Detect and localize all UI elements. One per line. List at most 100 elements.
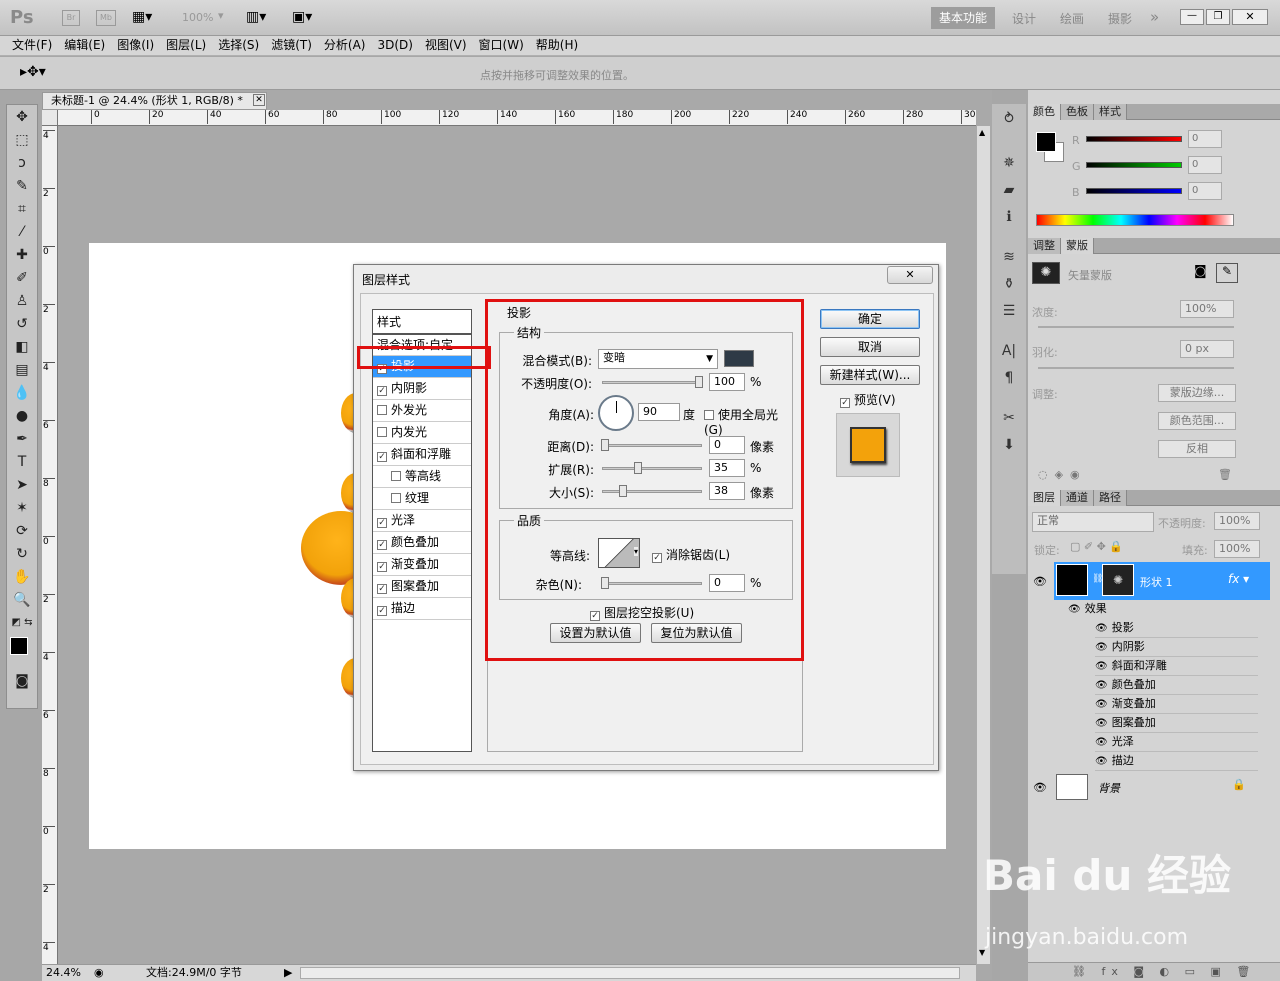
layer-blend-mode-select[interactable]: 正常 xyxy=(1032,512,1154,532)
menu-filter[interactable]: 滤镜(T) xyxy=(265,36,318,55)
clone-source-panel-icon[interactable]: ⚱ xyxy=(995,272,1023,296)
menu-3d[interactable]: 3D(D) xyxy=(371,36,418,55)
status-menu-arrow-icon[interactable]: ▶ xyxy=(284,965,292,981)
mask-footer-icons[interactable]: ◌ ◈ ◉ xyxy=(1038,468,1080,481)
effect-eye-icon[interactable]: 👁 xyxy=(1095,680,1108,691)
style-item[interactable]: ✓ 颜色叠加 xyxy=(373,532,471,554)
layer-effect-item[interactable]: 👁 颜色叠加 xyxy=(1095,676,1258,695)
style-item-checkbox[interactable]: ✓ xyxy=(377,386,387,396)
style-item-checkbox[interactable] xyxy=(391,471,401,481)
3d-rotate-tool-icon[interactable]: ⟳ xyxy=(9,520,35,542)
style-item[interactable]: ✓ 光泽 xyxy=(373,510,471,532)
feather-value[interactable]: 0 px xyxy=(1180,340,1234,358)
layer-effect-item[interactable]: 👁 图案叠加 xyxy=(1095,714,1258,733)
status-zoom[interactable]: 24.4% xyxy=(46,965,81,981)
styles-header[interactable]: 样式 xyxy=(373,310,471,335)
effect-eye-icon[interactable]: 👁 xyxy=(1095,718,1108,729)
preview-checkbox[interactable]: ✓ 预览(V) xyxy=(840,391,896,408)
marquee-tool-icon[interactable]: ⬚ xyxy=(9,129,35,151)
foreground-color-swatch[interactable] xyxy=(10,637,28,655)
menu-layer[interactable]: 图层(L) xyxy=(160,36,212,55)
tab-masks[interactable]: 蒙版 xyxy=(1061,238,1094,254)
layer-effect-item[interactable]: 👁 投影 xyxy=(1095,619,1258,638)
tab-swatches[interactable]: 色板 xyxy=(1061,104,1094,120)
hand-tool-icon[interactable]: ✋ xyxy=(9,566,35,588)
effects-eye-icon[interactable]: 👁 xyxy=(1068,604,1081,615)
menu-help[interactable]: 帮助(H) xyxy=(530,36,584,55)
channel-r-slider[interactable] xyxy=(1086,136,1182,142)
effect-eye-icon[interactable]: 👁 xyxy=(1095,661,1108,672)
menu-analysis[interactable]: 分析(A) xyxy=(318,36,372,55)
tab-color[interactable]: 颜色 xyxy=(1028,104,1061,120)
effects-row[interactable]: 👁 效果 xyxy=(1068,600,1258,619)
background-layer-name[interactable]: 背景 xyxy=(1098,780,1120,796)
new-style-button[interactable]: 新建样式(W)... xyxy=(820,365,920,385)
style-item-checkbox[interactable]: ✓ xyxy=(377,452,387,462)
fill-value[interactable]: 100% xyxy=(1214,540,1260,558)
style-item-checkbox[interactable]: ✓ xyxy=(377,606,387,616)
style-item[interactable]: ✓ 内阴影 xyxy=(373,378,471,400)
zoom-tool-icon[interactable]: 🔍 xyxy=(9,589,35,611)
style-item[interactable]: ✓ 图案叠加 xyxy=(373,576,471,598)
style-item-checkbox[interactable]: ✓ xyxy=(377,518,387,528)
style-item-checkbox[interactable] xyxy=(391,493,401,503)
preview-check-box[interactable]: ✓ xyxy=(840,398,850,408)
tab-adjustments[interactable]: 调整 xyxy=(1028,238,1061,254)
dialog-close-button[interactable]: ✕ xyxy=(887,266,933,284)
tab-channels[interactable]: 通道 xyxy=(1061,490,1094,506)
mini-bridge-button[interactable]: Mb xyxy=(96,10,116,26)
move-tool-preset-icon[interactable]: ▸✥▾ xyxy=(20,64,46,80)
lock-icons[interactable]: ▢ ✐ ✥ 🔒 xyxy=(1070,540,1123,553)
cancel-button[interactable]: 取消 xyxy=(820,337,920,357)
style-item[interactable]: ✓ 渐变叠加 xyxy=(373,554,471,576)
tool-presets-panel-icon[interactable]: ☰ xyxy=(995,299,1023,323)
background-layer-row[interactable]: 背景 🔒 xyxy=(1054,772,1258,802)
healing-brush-tool-icon[interactable]: ✚ xyxy=(9,244,35,266)
feather-slider[interactable] xyxy=(1038,367,1234,369)
character-panel-icon[interactable]: A| xyxy=(995,339,1023,363)
shape-layer-name[interactable]: 形状 1 xyxy=(1140,574,1173,590)
vertical-scrollbar[interactable]: ▲ ▼ xyxy=(976,126,990,964)
screen-mode-toggle-icon[interactable]: ▣▾ xyxy=(292,9,312,25)
eraser-tool-icon[interactable]: ◧ xyxy=(9,336,35,358)
channel-b-slider[interactable] xyxy=(1086,188,1182,194)
close-app-button[interactable]: ✕ xyxy=(1232,9,1268,25)
status-info-icon[interactable]: ◉ xyxy=(94,965,104,981)
histogram-panel-icon[interactable]: ▰ xyxy=(995,178,1023,202)
layer-visibility-eye-icon[interactable]: 👁 xyxy=(1028,564,1052,600)
menu-window[interactable]: 窗口(W) xyxy=(473,36,530,55)
shape-tool-icon[interactable]: ✶ xyxy=(9,497,35,519)
bridge-button[interactable]: Br xyxy=(62,10,80,26)
paragraph-panel-icon[interactable]: ¶ xyxy=(995,366,1023,390)
swap-colors-icon[interactable]: ◩ ⇆ xyxy=(9,612,35,634)
layer-effect-item[interactable]: 👁 光泽 xyxy=(1095,733,1258,752)
minimize-button[interactable]: — xyxy=(1180,9,1204,25)
menu-edit[interactable]: 编辑(E) xyxy=(58,36,111,55)
style-item[interactable]: ✓ 描边 xyxy=(373,598,471,620)
layers-footer-icons[interactable]: ⛓ fx ◙ ◐ ▭ ▣ 🗑 xyxy=(1028,962,1280,981)
effect-eye-icon[interactable]: 👁 xyxy=(1095,756,1108,767)
density-value[interactable]: 100% xyxy=(1180,300,1234,318)
document-tab[interactable]: 未标题-1 @ 24.4% (形状 1, RGB/8) * ✕ xyxy=(42,92,267,110)
close-document-icon[interactable]: ✕ xyxy=(253,94,265,106)
channel-r-value[interactable]: 0 xyxy=(1188,130,1222,148)
quick-select-tool-icon[interactable]: ✎ xyxy=(9,175,35,197)
ruler-origin[interactable] xyxy=(42,110,58,126)
effect-eye-icon[interactable]: 👁 xyxy=(1095,699,1108,710)
type-tool-icon[interactable]: T xyxy=(9,451,35,473)
3d-panel-icon[interactable]: ⬇ xyxy=(995,433,1023,457)
zoom-dropdown-icon[interactable]: ▾ xyxy=(218,9,224,22)
workspace-essentials-button[interactable]: 基本功能 xyxy=(931,7,995,29)
clone-stamp-tool-icon[interactable]: ♙ xyxy=(9,290,35,312)
zoom-combo[interactable]: 100% xyxy=(182,11,213,24)
style-item[interactable]: ✓ 斜面和浮雕 xyxy=(373,444,471,466)
mask-edge-button[interactable]: 蒙版边缘... xyxy=(1158,384,1236,402)
pen-tool-icon[interactable]: ✒ xyxy=(9,428,35,450)
style-item-checkbox[interactable]: ✓ xyxy=(377,540,387,550)
style-item[interactable]: 等高线 xyxy=(373,466,471,488)
fx-icon[interactable]: fx ▾ xyxy=(1228,572,1249,586)
screen-mode-icon[interactable]: ▦▾ xyxy=(132,9,152,25)
more-workspaces-icon[interactable]: » xyxy=(1150,8,1159,26)
scroll-up-icon[interactable]: ▲ xyxy=(979,128,985,137)
history-panel-icon[interactable]: ⥁ xyxy=(995,107,1023,131)
